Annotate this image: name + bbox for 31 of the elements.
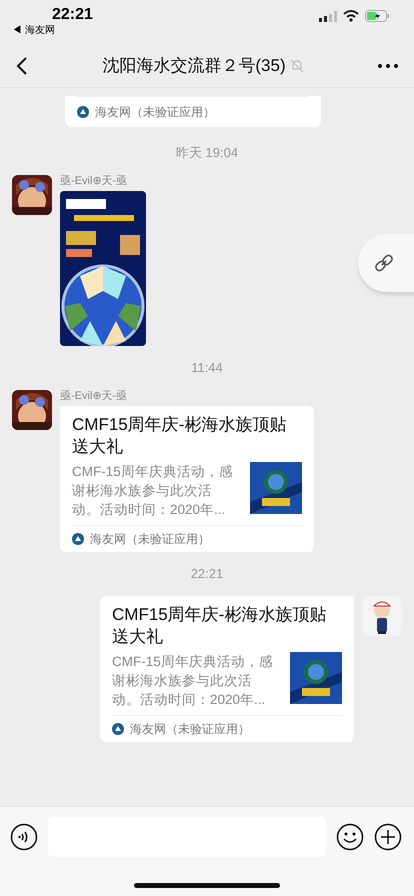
card-title: CMF15周年庆-彬海水族顶贴送大礼	[72, 414, 288, 458]
timestamp: 22:21	[190, 565, 224, 583]
chat-title: 沈阳海水交流群２号(35)	[102, 54, 286, 77]
voice-icon[interactable]	[10, 823, 38, 851]
timestamp: 11:44	[191, 359, 223, 377]
app-logo-icon	[72, 533, 84, 545]
floating-link-button[interactable]	[358, 234, 414, 292]
more-icon[interactable]	[378, 64, 398, 68]
card-source: 海友网（未验证应用）	[95, 104, 215, 121]
link-card[interactable]: CMF15周年庆-彬海水族顶贴送大礼 CMF-15周年庆典活动，感谢彬海水族参与此次活动。活动时间：2020年... 海友网（未验证应用）	[100, 596, 354, 742]
link-card[interactable]: CMF15周年庆-彬海水族顶贴送大礼 CMF-15周年庆典活动，感谢彬海水族参与此次活动。活动时间：2020年... 海友网（未验证应用）	[60, 406, 314, 552]
back-icon[interactable]	[16, 56, 28, 76]
back-to-app-link[interactable]: ◀ 海友网	[12, 24, 93, 38]
signal-icon	[319, 10, 337, 22]
wifi-icon	[343, 10, 359, 22]
card-description: CMF-15周年庆典活动，感谢彬海水族参与此次活动。活动时间：2020年...	[112, 652, 274, 708]
sender-name: 亟-Evil⊕天-亟	[60, 388, 128, 404]
link-card[interactable]: 海友网（未验证应用）	[65, 96, 321, 127]
plus-icon[interactable]	[374, 823, 402, 851]
timestamp: 昨天 19:04	[176, 144, 238, 162]
card-description: CMF-15周年庆典活动，感谢彬海水族参与此次活动。活动时间：2020年...	[72, 463, 234, 519]
card-title: CMF15周年庆-彬海水族顶贴送大礼	[112, 604, 328, 648]
battery-icon	[365, 10, 390, 22]
sender-name: 亟-Evil⊕天-亟	[60, 174, 128, 188]
link-icon	[374, 253, 394, 273]
card-source: 海友网（未验证应用）	[130, 720, 250, 738]
card-source: 海友网（未验证应用）	[90, 531, 210, 548]
status-time: 22:21	[52, 6, 93, 24]
emoji-icon[interactable]	[336, 823, 364, 851]
app-logo-icon	[112, 722, 124, 734]
app-logo-icon	[77, 106, 89, 118]
